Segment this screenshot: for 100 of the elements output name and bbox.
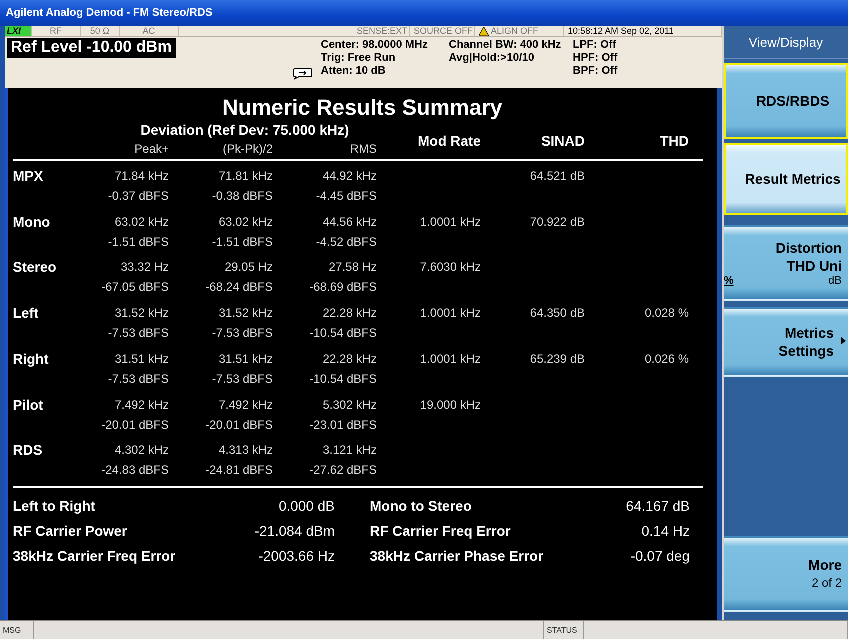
table-cell: 1.0001 kHz <box>420 306 481 320</box>
message-label: MSG <box>0 621 34 639</box>
setting-text: BPF: Off <box>573 65 619 78</box>
softkey[interactable]: RDS/RBDS <box>724 63 848 139</box>
table-cell-text: -4.52 dBFS <box>315 234 377 251</box>
table-cell-text: 22.28 kHz <box>322 350 377 368</box>
table-cell-text: -7.53 dBFS <box>107 370 169 388</box>
metric-label: RF Carrier Freq Error <box>369 522 512 541</box>
metric-label: RF Carrier Power <box>13 522 128 541</box>
table-cell: 64.521 dB <box>530 169 585 183</box>
metric-value: 64.167 dB <box>625 497 690 516</box>
table-cell-text: -0.38 dBFS <box>211 188 273 205</box>
softkey[interactable]: Metrics Settings <box>724 307 848 377</box>
table-cell-text: 29.05 Hz <box>224 259 273 276</box>
column-header: Peak+ <box>134 141 170 158</box>
table-cell-text: -20.01 dBFS <box>204 416 273 434</box>
table-cell: 1.0001 kHz <box>420 352 481 366</box>
table-cell-text: -68.24 dBFS <box>204 279 273 296</box>
column-header: SINAD <box>540 132 586 148</box>
setting-text: Channel BW: 400 kHz <box>449 39 562 52</box>
lxi-logo: LXI <box>5 26 32 36</box>
metric-value: -0.07 deg <box>630 547 690 566</box>
ref-level: Ref Level -10.00 dBm <box>7 38 176 58</box>
table-cell-text: -1.51 dBFS <box>107 234 169 251</box>
row-label: Pilot <box>13 396 44 415</box>
table-cell-text: -24.83 dBFS <box>100 462 169 480</box>
table-cell-text: 33.32 Hz <box>120 259 169 276</box>
setting-text: Avg|Hold:>10/10 <box>449 52 536 65</box>
table-cell-text: 4.313 kHz <box>218 442 273 460</box>
status-indicator: ALIGN OFF <box>475 26 564 36</box>
table-cell-text: -7.53 dBFS <box>211 325 273 342</box>
column-header: RMS <box>349 141 378 158</box>
setting-text: Atten: 10 dB <box>321 65 387 78</box>
results-title: Numeric Results Summary <box>222 95 504 122</box>
table-cell-text: -10.54 dBFS <box>308 325 377 342</box>
table-cell-text: -10.54 dBFS <box>308 370 377 388</box>
table-cell-text: -0.37 dBFS <box>107 188 169 205</box>
table-cell: 7.6030 kHz <box>420 260 481 274</box>
status-indicator: SOURCE OFF <box>410 26 475 36</box>
status-indicator: 50 Ω <box>81 26 120 36</box>
row-label: Mono <box>13 212 52 232</box>
table-cell: 0.028 % <box>644 306 689 320</box>
table-cell: 19.000 kHz <box>420 398 481 412</box>
table-cell-text: 7.492 kHz <box>114 396 169 414</box>
table-cell-text: 5.302 kHz <box>322 396 377 414</box>
table-cell: 65.239 dB <box>530 352 585 366</box>
metric-value: 0.000 dB <box>278 497 335 516</box>
metric-label: Mono to Stereo <box>369 497 473 516</box>
window-title: Agilent Analog Demod - FM Stereo/RDS <box>6 7 213 19</box>
table-cell-text: 7.492 kHz <box>218 396 273 414</box>
table-cell-text: -24.81 dBFS <box>204 462 273 480</box>
table-cell-text: -23.01 dBFS <box>308 416 377 434</box>
table-cell: 1.0001 kHz <box>420 214 481 229</box>
status-label: STATUS <box>544 621 584 639</box>
softkey[interactable]: More 2 of 2 <box>724 536 848 612</box>
table-cell-text: 31.51 kHz <box>114 350 169 368</box>
metric-label: Left to Right <box>13 497 96 516</box>
row-label: Right <box>13 350 50 369</box>
table-cell: 64.350 dB <box>530 306 585 320</box>
return-arrow-icon <box>293 68 313 80</box>
metric-label: 38kHz Carrier Phase Error <box>369 547 545 566</box>
table-cell-text: 44.56 kHz <box>322 214 377 231</box>
table-cell-text: 63.02 kHz <box>114 214 169 231</box>
table-cell: 70.922 dB <box>530 214 585 229</box>
table-cell-text: 44.92 kHz <box>322 168 377 185</box>
setting-text: Trig: Free Run <box>321 52 397 65</box>
column-header: (Pk-Pk)/2 <box>222 141 274 158</box>
row-label: Stereo <box>13 258 58 278</box>
table-cell-text: -7.53 dBFS <box>107 325 169 342</box>
column-header: Mod Rate <box>417 132 482 148</box>
submenu-arrow-icon <box>841 337 846 345</box>
table-cell-text: 63.02 kHz <box>218 214 273 231</box>
menu-title: View/Display <box>724 26 848 59</box>
table-cell: 0.026 % <box>644 352 689 366</box>
softkey[interactable]: Distortion THD Uni % dB <box>724 225 848 301</box>
metric-value: 0.14 Hz <box>640 522 690 541</box>
column-header: Deviation (Ref Dev: 75.000 kHz) <box>140 122 350 139</box>
status-indicator: SENSE:EXT <box>353 26 410 36</box>
setting-text: LPF: Off <box>573 39 618 52</box>
table-cell-text: -68.69 dBFS <box>308 279 377 296</box>
metric-value: -2003.66 Hz <box>258 547 335 566</box>
table-cell-text: 22.28 kHz <box>322 305 377 322</box>
table-cell-text: -67.05 dBFS <box>100 279 169 296</box>
row-label: RDS <box>13 441 44 460</box>
table-cell-text: 27.58 Hz <box>328 259 377 276</box>
table-cell-text: -7.53 dBFS <box>211 370 273 388</box>
setting-text: Center: 98.0000 MHz <box>321 39 429 52</box>
table-cell-text: 31.51 kHz <box>218 350 273 368</box>
metric-value: -21.084 dBm <box>254 522 335 541</box>
table-cell-text: 31.52 kHz <box>114 305 169 322</box>
table-cell-text: -1.51 dBFS <box>211 234 273 251</box>
table-cell-text: 3.121 kHz <box>322 442 377 460</box>
row-label: Left <box>13 304 40 324</box>
table-cell-text: -20.01 dBFS <box>100 416 169 434</box>
setting-text: HPF: Off <box>573 52 619 65</box>
status-indicator: AC <box>120 26 179 36</box>
table-cell-text: 4.302 kHz <box>114 442 169 460</box>
table-cell-text: 31.52 kHz <box>218 305 273 322</box>
table-cell-text: 71.84 kHz <box>114 168 169 185</box>
softkey[interactable]: Result Metrics <box>724 143 848 215</box>
